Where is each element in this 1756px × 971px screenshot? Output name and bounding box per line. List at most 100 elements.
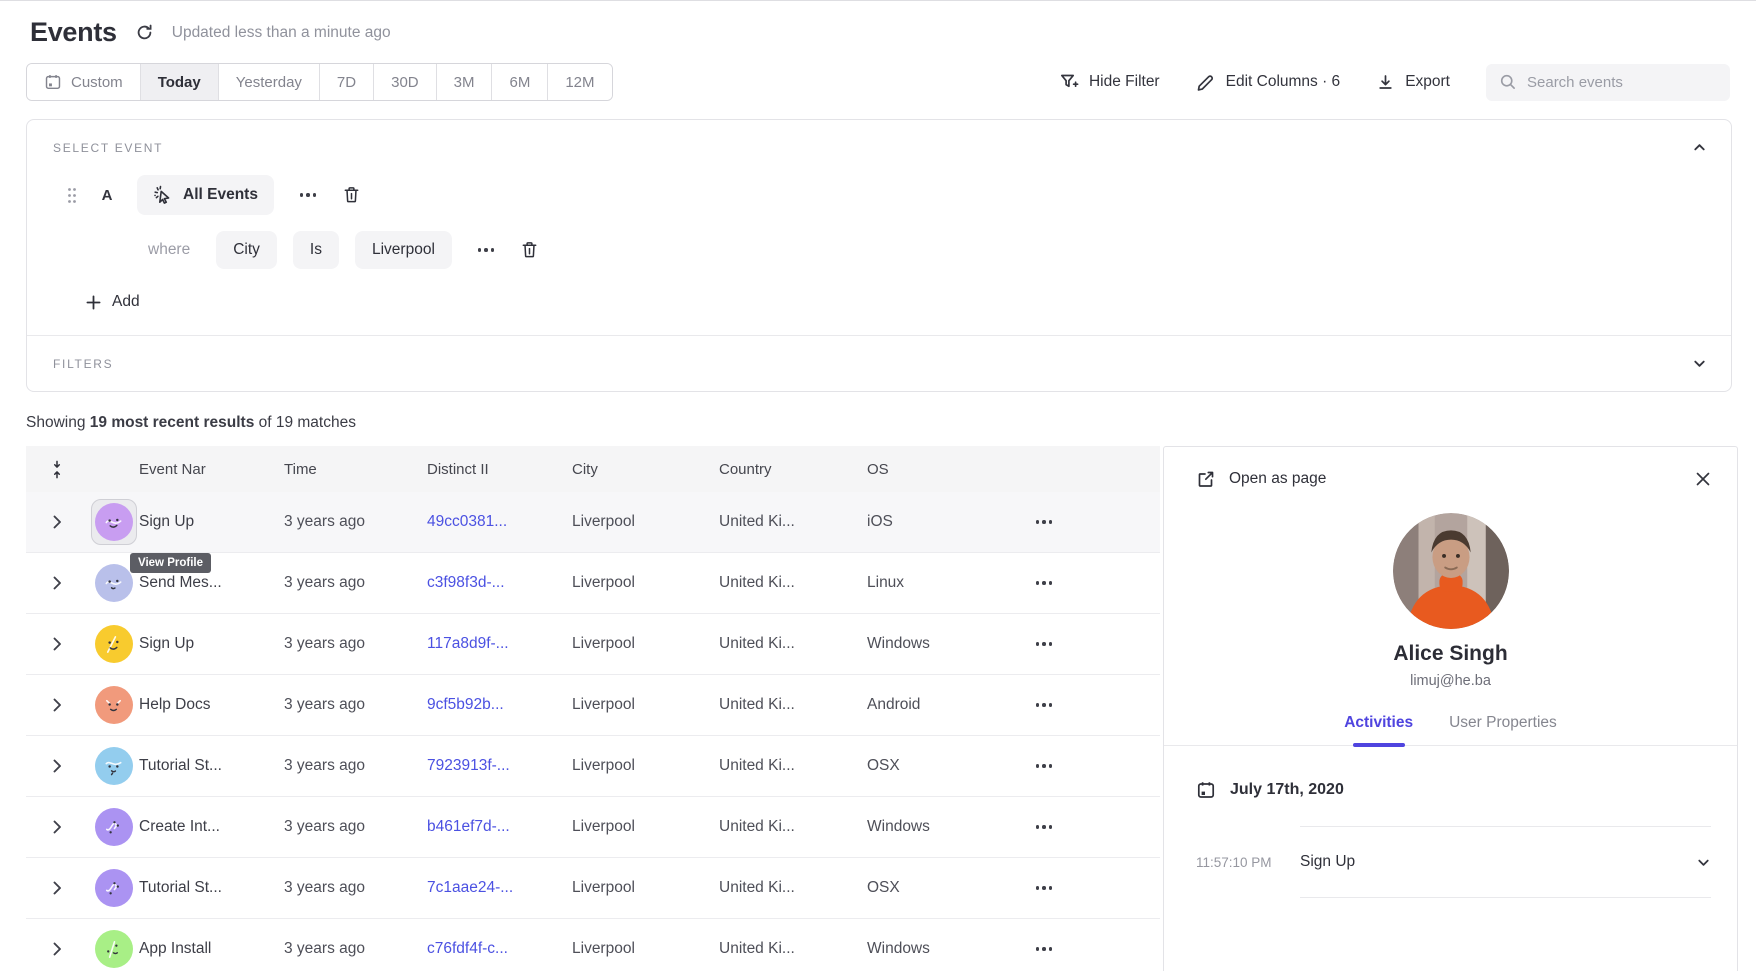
- event-name-cell: Help Docs: [139, 696, 284, 714]
- row-more-options-icon[interactable]: [1014, 581, 1074, 585]
- profile-photo[interactable]: [1393, 513, 1509, 629]
- event-name-cell: Tutorial St...: [139, 757, 284, 775]
- page-header: Events Updated less than a minute ago: [0, 1, 1756, 48]
- date-range-6m[interactable]: 6M: [491, 64, 547, 100]
- distinct-id-link[interactable]: c3f98f3d-...: [427, 574, 572, 592]
- date-range-30d[interactable]: 30D: [373, 64, 436, 100]
- drag-handle-icon[interactable]: [67, 187, 77, 204]
- row-more-options-icon[interactable]: [1014, 642, 1074, 646]
- table-row[interactable]: Tutorial St... 3 years ago 7c1aae24-... …: [26, 858, 1160, 919]
- tab-user-properties[interactable]: User Properties: [1449, 714, 1557, 745]
- collapse-rows-icon[interactable]: [26, 460, 88, 479]
- search-events-box[interactable]: [1486, 64, 1730, 101]
- row-more-options-icon[interactable]: [1014, 520, 1074, 524]
- col-header-event-name[interactable]: Event Nar: [139, 461, 284, 478]
- filter-property-chip[interactable]: City: [216, 231, 277, 269]
- open-as-page-icon[interactable]: [1196, 469, 1216, 489]
- table-row[interactable]: Help Docs 3 years ago 9cf5b92b... Liverp…: [26, 675, 1160, 736]
- expand-row-chevron-icon[interactable]: [26, 942, 88, 956]
- date-range-yesterday[interactable]: Yesterday: [218, 64, 319, 100]
- activity-event-expander[interactable]: Sign Up: [1300, 826, 1711, 898]
- filter-more-options-icon[interactable]: [478, 248, 495, 252]
- country-cell: United Ki...: [719, 940, 867, 958]
- avatar[interactable]: [95, 503, 133, 541]
- table-row[interactable]: Sign Up 3 years ago 49cc0381... Liverpoo…: [26, 492, 1160, 553]
- distinct-id-link[interactable]: c76fdf4f-c...: [427, 940, 572, 958]
- close-icon[interactable]: [1695, 471, 1711, 487]
- table-row[interactable]: Create Int... 3 years ago b461ef7d-... L…: [26, 797, 1160, 858]
- table-row[interactable]: Sign Up 3 years ago 117a8d9f-... Liverpo…: [26, 614, 1160, 675]
- expand-row-chevron-icon[interactable]: [26, 576, 88, 590]
- table-row[interactable]: App Install 3 years ago c76fdf4f-c... Li…: [26, 919, 1160, 971]
- controls-row: Custom Today Yesterday 7D 30D 3M 6M 12M …: [0, 63, 1756, 101]
- expand-row-chevron-icon[interactable]: [26, 881, 88, 895]
- col-header-os[interactable]: OS: [867, 461, 1014, 478]
- country-cell: United Ki...: [719, 818, 867, 836]
- city-cell: Liverpool: [572, 696, 719, 714]
- add-event-button[interactable]: Add: [86, 293, 140, 311]
- os-cell: Windows: [867, 635, 1014, 653]
- col-header-distinct-id[interactable]: Distinct II: [427, 461, 572, 478]
- collapse-section-chevron-up-icon[interactable]: [1692, 140, 1707, 155]
- row-more-options-icon[interactable]: [1014, 764, 1074, 768]
- date-range-3m[interactable]: 3M: [436, 64, 492, 100]
- filter-value-chip[interactable]: Liverpool: [355, 231, 452, 269]
- col-header-country[interactable]: Country: [719, 461, 867, 478]
- export-button[interactable]: Export: [1376, 73, 1450, 92]
- profile-name: Alice Singh: [1164, 642, 1737, 666]
- time-cell: 3 years ago: [284, 940, 427, 958]
- avatar[interactable]: [95, 869, 133, 907]
- city-cell: Liverpool: [572, 757, 719, 775]
- avatar[interactable]: [95, 686, 133, 724]
- row-more-options-icon[interactable]: [1014, 825, 1074, 829]
- open-as-page-label[interactable]: Open as page: [1229, 470, 1326, 488]
- expand-filters-chevron-down-icon[interactable]: [1692, 356, 1707, 371]
- event-more-options-icon[interactable]: [300, 193, 317, 197]
- expand-row-chevron-icon[interactable]: [26, 698, 88, 712]
- row-more-options-icon[interactable]: [1014, 947, 1074, 951]
- select-event-label: SELECT EVENT: [53, 141, 163, 155]
- table-row[interactable]: Tutorial St... 3 years ago 7923913f-... …: [26, 736, 1160, 797]
- filters-section[interactable]: FILTERS: [27, 336, 1731, 391]
- event-name-cell: App Install: [139, 940, 284, 958]
- chevron-down-icon[interactable]: [1696, 855, 1711, 870]
- distinct-id-link[interactable]: 7c1aae24-...: [427, 879, 572, 897]
- os-cell: Windows: [867, 940, 1014, 958]
- updated-status: Updated less than a minute ago: [172, 24, 391, 42]
- date-range-7d[interactable]: 7D: [319, 64, 373, 100]
- avatar[interactable]: [95, 747, 133, 785]
- date-range-custom[interactable]: Custom: [27, 64, 140, 100]
- edit-columns-button[interactable]: Edit Columns · 6: [1196, 72, 1341, 92]
- distinct-id-link[interactable]: 7923913f-...: [427, 757, 572, 775]
- search-events-input[interactable]: [1527, 74, 1707, 91]
- expand-row-chevron-icon[interactable]: [26, 637, 88, 651]
- search-icon: [1499, 73, 1517, 91]
- expand-row-chevron-icon[interactable]: [26, 820, 88, 834]
- expand-row-chevron-icon[interactable]: [26, 515, 88, 529]
- profile-detail-panel: Open as page: [1163, 446, 1738, 971]
- row-more-options-icon[interactable]: [1014, 886, 1074, 890]
- distinct-id-link[interactable]: 117a8d9f-...: [427, 635, 572, 653]
- refresh-icon[interactable]: [135, 23, 154, 42]
- tab-activities[interactable]: Activities: [1344, 714, 1413, 745]
- profile-avatar-hovered[interactable]: [91, 499, 137, 545]
- distinct-id-link[interactable]: 9cf5b92b...: [427, 696, 572, 714]
- city-cell: Liverpool: [572, 818, 719, 836]
- distinct-id-link[interactable]: b461ef7d-...: [427, 818, 572, 836]
- expand-row-chevron-icon[interactable]: [26, 759, 88, 773]
- date-range-12m[interactable]: 12M: [547, 64, 611, 100]
- date-range-today[interactable]: Today: [140, 64, 218, 100]
- avatar[interactable]: [95, 930, 133, 968]
- delete-event-trash-icon[interactable]: [342, 185, 361, 205]
- avatar[interactable]: [95, 564, 133, 602]
- row-more-options-icon[interactable]: [1014, 703, 1074, 707]
- delete-filter-trash-icon[interactable]: [520, 240, 539, 260]
- hide-filter-button[interactable]: Hide Filter: [1059, 72, 1160, 92]
- col-header-time[interactable]: Time: [284, 461, 427, 478]
- event-selector-button[interactable]: All Events: [137, 175, 274, 215]
- distinct-id-link[interactable]: 49cc0381...: [427, 513, 572, 531]
- col-header-city[interactable]: City: [572, 461, 719, 478]
- avatar[interactable]: [95, 808, 133, 846]
- filter-operator-chip[interactable]: Is: [293, 231, 339, 269]
- avatar[interactable]: [95, 625, 133, 663]
